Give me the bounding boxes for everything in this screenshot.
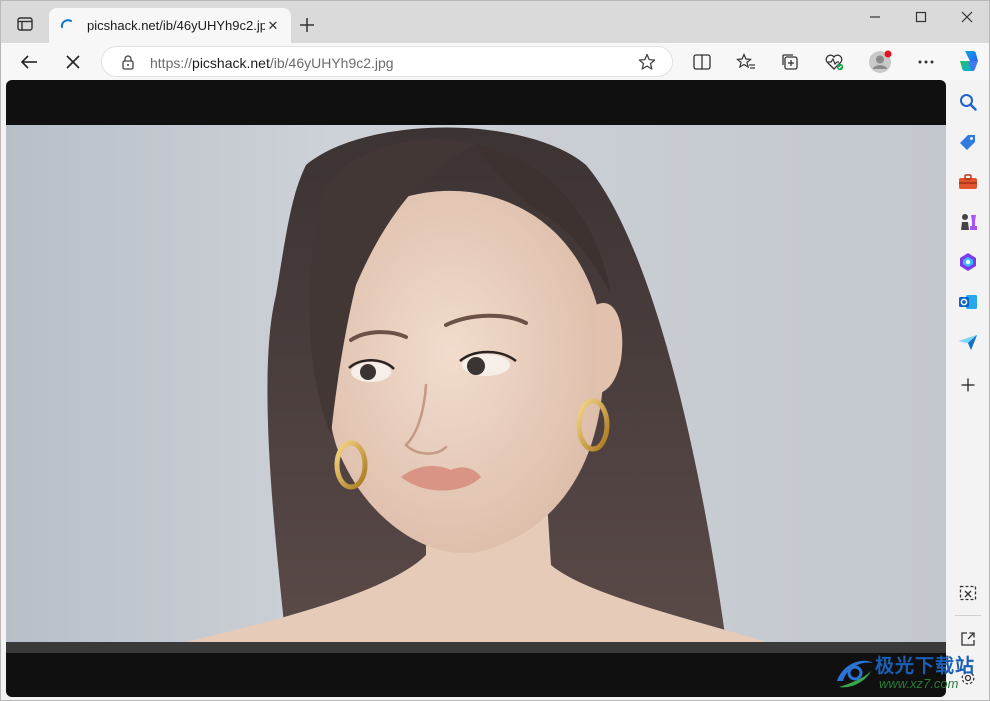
copilot-icon xyxy=(960,51,978,71)
close-icon xyxy=(961,11,973,23)
sidebar-shopping-button[interactable] xyxy=(957,131,979,153)
image-bottom-strip xyxy=(6,642,946,653)
page-content xyxy=(6,80,946,697)
sidebar-send-button[interactable] xyxy=(957,331,979,353)
collections-icon xyxy=(782,54,798,70)
sidebar-add-button[interactable] xyxy=(957,374,979,396)
plus-icon xyxy=(300,18,314,32)
sidebar-games-button[interactable] xyxy=(957,211,979,233)
stop-loading-icon xyxy=(66,55,80,69)
maximize-icon xyxy=(915,11,927,23)
profile-avatar-icon xyxy=(869,50,892,73)
sidebar-open-in-new-button[interactable] xyxy=(957,628,979,650)
displayed-image[interactable] xyxy=(6,125,946,642)
edge-sidebar xyxy=(947,80,989,700)
title-bar: picshack.net/ib/46yUHYh9c2.jpg ✕ xyxy=(1,1,989,43)
address-bar[interactable]: https://picshack.net/ib/46yUHYh9c2.jpg xyxy=(101,46,673,77)
tab-close-icon[interactable]: ✕ xyxy=(265,18,281,34)
maximize-button[interactable] xyxy=(898,1,944,33)
stop-loading-button[interactable] xyxy=(60,49,86,75)
watermark-url: www.xz7.com xyxy=(879,676,959,691)
send-icon xyxy=(959,335,977,350)
tools-icon xyxy=(959,174,977,189)
active-tab[interactable]: picshack.net/ib/46yUHYh9c2.jpg ✕ xyxy=(49,8,291,43)
sidebar-m365-button[interactable] xyxy=(957,251,979,273)
sidebar-search-button[interactable] xyxy=(957,91,979,113)
favorites-button[interactable] xyxy=(733,49,759,75)
sidebar-outlook-button[interactable] xyxy=(957,291,979,313)
more-menu-button[interactable] xyxy=(913,49,939,75)
games-icon xyxy=(961,214,977,230)
tab-actions-icon[interactable] xyxy=(13,12,37,36)
navigation-toolbar: https://picshack.net/ib/46yUHYh9c2.jpg xyxy=(1,43,989,80)
lock-icon[interactable] xyxy=(120,54,136,70)
watermark-logo-icon xyxy=(837,660,873,688)
outlook-icon xyxy=(959,295,977,309)
favorites-icon xyxy=(736,53,755,69)
copilot-button[interactable] xyxy=(955,47,983,75)
open-in-new-icon xyxy=(961,632,975,646)
add-icon xyxy=(961,378,975,392)
new-tab-button[interactable] xyxy=(297,15,317,35)
collections-button[interactable] xyxy=(777,49,803,75)
site-watermark: 极光下载站 www.xz7.com xyxy=(833,651,983,695)
portrait-illustration xyxy=(6,125,946,642)
tab-title: picshack.net/ib/46yUHYh9c2.jpg xyxy=(87,18,265,33)
back-button[interactable] xyxy=(16,49,42,75)
split-screen-button[interactable] xyxy=(689,49,715,75)
profile-button[interactable] xyxy=(867,49,893,75)
url-path: /ib/46yUHYh9c2.jpg xyxy=(269,55,394,71)
loading-spinner-icon xyxy=(60,18,72,28)
split-screen-icon xyxy=(693,54,711,70)
more-menu-icon xyxy=(918,60,934,64)
browser-window: picshack.net/ib/46yUHYh9c2.jpg ✕ https:/… xyxy=(0,0,990,701)
watermark-title: 极光下载站 xyxy=(875,655,976,677)
browser-essentials-icon xyxy=(825,54,844,71)
sidebar-divider xyxy=(955,615,981,616)
screenshot-icon xyxy=(959,585,977,601)
search-icon xyxy=(960,94,977,111)
back-icon xyxy=(20,55,37,69)
sidebar-screenshot-button[interactable] xyxy=(957,583,979,605)
url-text[interactable]: https://picshack.net/ib/46yUHYh9c2.jpg xyxy=(150,55,394,71)
microsoft-365-icon xyxy=(960,253,976,271)
url-host: picshack.net xyxy=(192,55,270,71)
shopping-tag-icon xyxy=(960,135,975,150)
favorite-star-icon[interactable] xyxy=(638,53,656,71)
url-scheme: https:// xyxy=(150,55,193,71)
sidebar-tools-button[interactable] xyxy=(957,171,979,193)
minimize-icon xyxy=(870,16,880,18)
close-window-button[interactable] xyxy=(944,1,990,33)
minimize-button[interactable] xyxy=(852,1,898,33)
browser-essentials-button[interactable] xyxy=(821,49,847,75)
